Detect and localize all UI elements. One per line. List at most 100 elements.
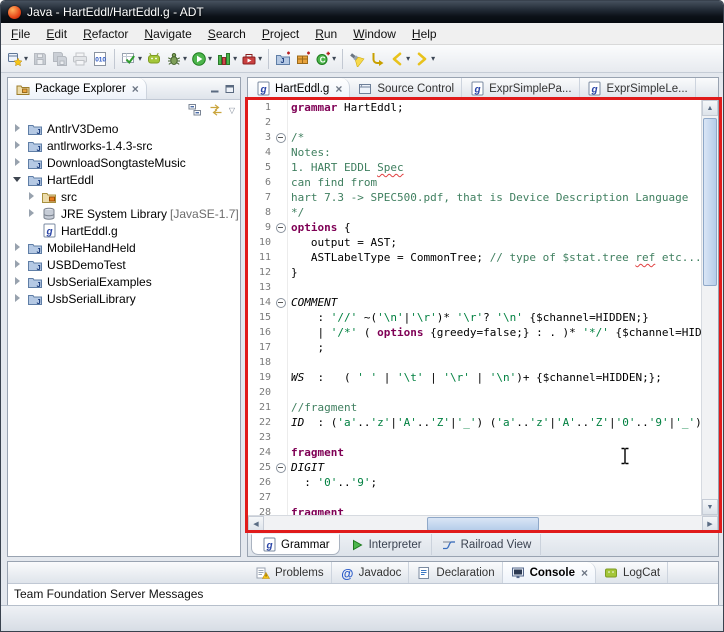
tree-item-src[interactable]: src bbox=[8, 188, 240, 205]
code-line-21[interactable]: 21 //fragment bbox=[248, 400, 701, 415]
panel-tab-problems[interactable]: Problems bbox=[248, 562, 332, 583]
new-wizard-button[interactable]: ▾ bbox=[5, 47, 30, 71]
expand-arrow-icon[interactable] bbox=[13, 293, 24, 304]
expand-arrow-icon[interactable] bbox=[13, 123, 24, 134]
package-explorer-tab[interactable]: Package Explorer × bbox=[8, 78, 147, 99]
save-all-button[interactable] bbox=[50, 47, 70, 71]
panel-tab-javadoc[interactable]: @ Javadoc bbox=[332, 562, 410, 583]
binary-file-button[interactable]: 010 bbox=[90, 47, 110, 71]
code-line-3[interactable]: 3 /* bbox=[248, 130, 701, 145]
code-line-22[interactable]: 22 ID : ('a'..'z'|'A'..'Z'|'_') ('a'..'z'… bbox=[248, 415, 701, 430]
editor-view-tab-railroad-view[interactable]: Railroad View bbox=[432, 534, 542, 555]
code-line-15[interactable]: 15 : '//' ~('\n'|'\r')* '\r'? '\n' {$cha… bbox=[248, 310, 701, 325]
code-line-23[interactable]: 23 bbox=[248, 430, 701, 445]
tree-item-antlrworks-1-4-3-src[interactable]: Jantlrworks-1.4.3-src bbox=[8, 137, 240, 154]
fold-collapse-icon[interactable] bbox=[274, 130, 288, 145]
last-edit-location-button[interactable] bbox=[367, 47, 387, 71]
dropdown-arrow-icon[interactable]: ▾ bbox=[183, 54, 187, 63]
fold-collapse-icon[interactable] bbox=[274, 460, 288, 475]
code-line-28[interactable]: 28 fragment bbox=[248, 505, 701, 515]
dropdown-arrow-icon[interactable]: ▾ bbox=[233, 54, 237, 63]
code-line-2[interactable]: 2 bbox=[248, 115, 701, 130]
expand-arrow-icon[interactable] bbox=[13, 259, 24, 270]
code-line-6[interactable]: 6 can find from bbox=[248, 175, 701, 190]
code-line-13[interactable]: 13 bbox=[248, 280, 701, 295]
menu-run[interactable]: Run bbox=[307, 24, 345, 44]
scroll-left-arrow[interactable]: ◀ bbox=[248, 516, 264, 532]
fold-collapse-icon[interactable] bbox=[274, 295, 288, 310]
scroll-down-arrow[interactable]: ▼ bbox=[702, 499, 718, 515]
code-line-7[interactable]: 7 hart 7.3 -> SPEC500.pdf, that is Device… bbox=[248, 190, 701, 205]
forward-button[interactable]: ▾ bbox=[412, 47, 437, 71]
code-line-9[interactable]: 9 options { bbox=[248, 220, 701, 235]
scroll-right-arrow[interactable]: ▶ bbox=[702, 516, 718, 532]
expand-arrow-icon[interactable] bbox=[13, 157, 24, 168]
save-button[interactable] bbox=[30, 47, 50, 71]
dropdown-arrow-icon[interactable]: ▾ bbox=[258, 54, 262, 63]
expand-arrow-icon[interactable] bbox=[13, 242, 24, 253]
close-icon[interactable]: × bbox=[132, 83, 139, 95]
code-line-14[interactable]: 14 COMMENT bbox=[248, 295, 701, 310]
tree-item-downloadsongtastemusic[interactable]: J DownloadSongtasteMusic bbox=[8, 154, 240, 171]
new-class-button[interactable]: C ▾ bbox=[313, 47, 338, 71]
debug-button[interactable]: ▾ bbox=[164, 47, 189, 71]
view-menu-icon[interactable]: ▽ bbox=[229, 106, 235, 115]
code-line-20[interactable]: 20 bbox=[248, 385, 701, 400]
tree-item-jre-system-library[interactable]: JRE System Library [JavaSE-1.7] bbox=[8, 205, 240, 222]
collapse-all-icon[interactable] bbox=[187, 102, 203, 118]
vertical-scrollbar[interactable]: ▲ ▼ bbox=[701, 100, 718, 515]
expand-arrow-icon[interactable] bbox=[27, 208, 38, 219]
coverage-button[interactable]: ▾ bbox=[214, 47, 239, 71]
expand-arrow-icon[interactable] bbox=[27, 191, 38, 202]
editor-view-tab-grammar[interactable]: g Grammar bbox=[251, 534, 340, 555]
menu-search[interactable]: Search bbox=[200, 24, 254, 44]
code-line-18[interactable]: 18 bbox=[248, 355, 701, 370]
tree-item-harteddl[interactable]: J HartEddl bbox=[8, 171, 240, 188]
tree-item-usbserialexamples[interactable]: J UsbSerialExamples bbox=[8, 273, 240, 290]
run-button[interactable]: ▾ bbox=[189, 47, 214, 71]
editor-tab-harteddl-g[interactable]: g HartEddl.g × bbox=[248, 78, 351, 99]
maximize-icon[interactable] bbox=[224, 83, 235, 94]
tree-item-usbseriallibrary[interactable]: J UsbSerialLibrary bbox=[8, 290, 240, 307]
expand-arrow-icon[interactable] bbox=[13, 276, 24, 287]
dropdown-arrow-icon[interactable]: ▾ bbox=[138, 54, 142, 63]
expand-arrow-icon[interactable] bbox=[13, 140, 24, 151]
menu-edit[interactable]: Edit bbox=[38, 24, 75, 44]
scroll-up-arrow[interactable]: ▲ bbox=[702, 100, 718, 116]
code-line-11[interactable]: 11 ASTLabelType = CommonTree; // type of… bbox=[248, 250, 701, 265]
code-line-26[interactable]: 26 : '0'..'9'; bbox=[248, 475, 701, 490]
editor-tab-source-control[interactable]: Source Control bbox=[350, 78, 463, 99]
print-button[interactable] bbox=[70, 47, 90, 71]
collapse-arrow-icon[interactable] bbox=[13, 174, 24, 185]
console-view-content[interactable]: Team Foundation Server Messages bbox=[8, 584, 718, 605]
close-icon[interactable]: × bbox=[335, 83, 342, 95]
panel-tab-declaration[interactable]: Declaration bbox=[409, 562, 503, 583]
editor-tab-exprsimplepa[interactable]: g ExprSimplePa... bbox=[462, 78, 580, 99]
menu-project[interactable]: Project bbox=[254, 24, 307, 44]
android-sdk-button[interactable] bbox=[144, 47, 164, 71]
panel-tab-console[interactable]: Console × bbox=[502, 562, 596, 583]
close-icon[interactable]: × bbox=[581, 567, 588, 579]
tree-item-mobilehandheld[interactable]: J MobileHandHeld bbox=[8, 239, 240, 256]
tree-item-harteddl-g[interactable]: g HartEddl.g bbox=[8, 222, 240, 239]
dropdown-arrow-icon[interactable]: ▾ bbox=[406, 54, 410, 63]
vertical-scrollbar-thumb[interactable] bbox=[703, 118, 717, 286]
code-line-19[interactable]: 19 WS : ( ' ' | '\t' | '\r' | '\n')+ {$ch… bbox=[248, 370, 701, 385]
new-java-project-button[interactable]: J bbox=[273, 47, 293, 71]
code-line-27[interactable]: 27 bbox=[248, 490, 701, 505]
dropdown-arrow-icon[interactable]: ▾ bbox=[24, 54, 28, 63]
dropdown-arrow-icon[interactable]: ▾ bbox=[332, 54, 336, 63]
horizontal-scrollbar[interactable]: ◀ ▶ bbox=[248, 515, 718, 532]
menu-refactor[interactable]: Refactor bbox=[75, 24, 136, 44]
menu-help[interactable]: Help bbox=[404, 24, 445, 44]
tree-item-usbdemotest[interactable]: J USBDemoTest bbox=[8, 256, 240, 273]
check-build-button[interactable]: ▾ bbox=[119, 47, 144, 71]
tree-item-antlrv3demo[interactable]: J AntlrV3Demo bbox=[8, 120, 240, 137]
back-button[interactable]: ▾ bbox=[387, 47, 412, 71]
editor-body[interactable]: 1 grammar HartEddl; 2 3 /* 4 Notes: 5 1. HART ED… bbox=[248, 100, 718, 515]
code-line-17[interactable]: 17 ; bbox=[248, 340, 701, 355]
dropdown-arrow-icon[interactable]: ▾ bbox=[208, 54, 212, 63]
code-line-10[interactable]: 10 output = AST; bbox=[248, 235, 701, 250]
dropdown-arrow-icon[interactable]: ▾ bbox=[431, 54, 435, 63]
external-tools-button[interactable]: ▾ bbox=[239, 47, 264, 71]
